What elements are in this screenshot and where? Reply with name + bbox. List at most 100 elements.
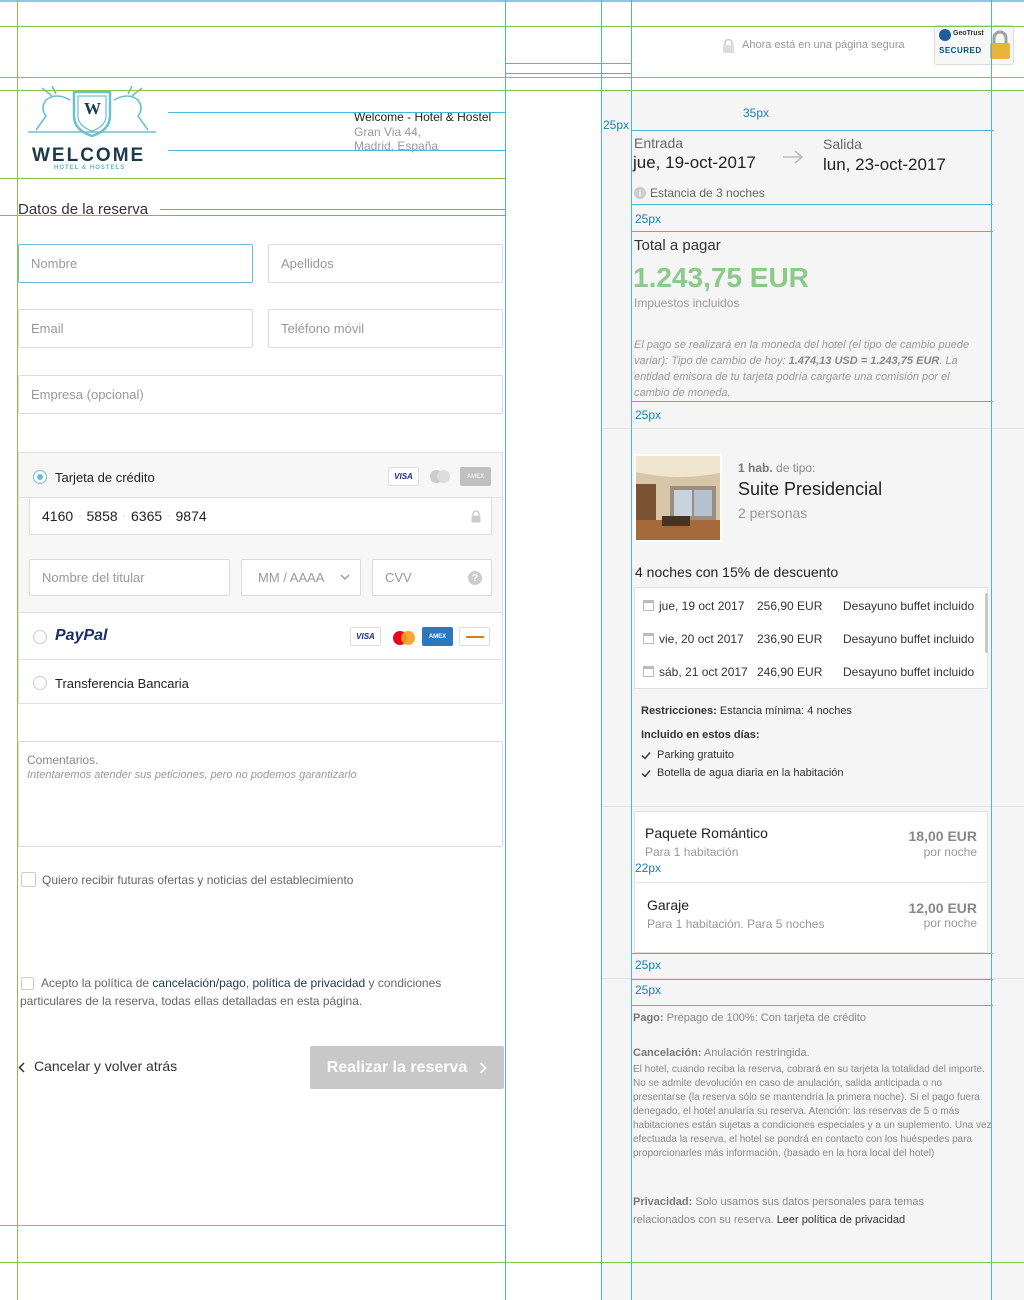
night-price: 246,90 EUR xyxy=(757,665,823,679)
list-item: vie, 20 oct 2017 236,90 EUR Desayuno buf… xyxy=(639,622,985,655)
logo-monogram: W xyxy=(84,99,101,118)
cancel-link-label: Cancelar y volver atrás xyxy=(34,1058,178,1074)
phone-input[interactable]: Teléfono móvil xyxy=(268,309,503,348)
room-photo xyxy=(634,454,722,542)
extra-name: Garaje xyxy=(647,897,690,913)
paypal-radio[interactable] xyxy=(33,630,47,644)
restrictions: Restricciones: Estancia mínima: 4 noches xyxy=(641,705,852,717)
nights-list[interactable]: jue, 19 oct 2017 256,90 EUR Desayuno buf… xyxy=(634,587,988,689)
guide-line xyxy=(505,63,631,64)
checkout-label: Salida xyxy=(823,136,862,152)
logo-tagline: HOTEL & HOSTELS xyxy=(54,165,126,171)
guide-line xyxy=(0,1225,505,1226)
check-icon xyxy=(641,752,651,760)
visa-logo-icon: VISA xyxy=(350,627,381,646)
padlock-icon xyxy=(990,30,1010,59)
amex-logo-icon: AMEX xyxy=(460,467,491,486)
exchange-rate-note: El pago se realizará en la moneda del ho… xyxy=(634,337,986,401)
logo-wordmark: WELCOME xyxy=(32,145,146,166)
calendar-icon xyxy=(643,600,654,611)
first-name-input[interactable]: Nombre xyxy=(18,244,253,283)
chevron-left-icon xyxy=(18,1062,25,1073)
email-input[interactable]: Email xyxy=(18,309,253,348)
room-count: 1 hab. de tipo: xyxy=(738,461,815,475)
summary-divider xyxy=(602,428,1024,429)
taxes-note: Impuestos incluidos xyxy=(634,296,740,310)
card-holder-placeholder: Nombre del titular xyxy=(42,570,145,585)
lock-icon xyxy=(471,510,481,523)
arrow-right-icon xyxy=(783,150,804,164)
card-number-group: 5858 xyxy=(86,508,118,524)
calendar-icon xyxy=(643,633,654,644)
night-date: vie, 20 oct 2017 xyxy=(659,632,744,646)
cancel-link[interactable]: Cancelar y volver atrás xyxy=(18,1058,177,1074)
exchange-rate: 1.474,13 USD = 1.243,75 EUR xyxy=(788,355,940,367)
night-price: 236,90 EUR xyxy=(757,632,823,646)
geotrust-logo-icon xyxy=(939,29,951,41)
newsletter-checkbox[interactable] xyxy=(21,872,36,887)
hotel-address-line2: Madrid, España xyxy=(354,139,439,153)
last-name-input[interactable]: Apellidos xyxy=(268,244,503,283)
room-photo-image xyxy=(636,456,720,540)
extra-price: 18,00 EUR xyxy=(908,828,977,844)
submit-booking-button[interactable]: Realizar la reserva xyxy=(310,1046,504,1089)
terms-label-line2: particulares de la reserva, todas ellas … xyxy=(20,994,363,1008)
guide-label: 25px xyxy=(635,212,662,226)
summary-divider xyxy=(602,806,1024,807)
nights-scrollbar[interactable] xyxy=(985,593,988,653)
last-name-placeholder: Apellidos xyxy=(281,256,334,271)
submit-booking-label: Realizar la reserva xyxy=(326,1058,468,1076)
stay-length-prefix: Estancia de xyxy=(650,186,717,200)
bank-transfer-radio[interactable] xyxy=(33,676,47,690)
payment-methods: Tarjeta de crédito VISA AMEX 4160 - 5858… xyxy=(18,452,503,704)
room-count-value: 1 hab. xyxy=(738,461,773,475)
privacy-policy-link[interactable]: política de privacidad xyxy=(252,976,365,990)
terms-text: y condiciones xyxy=(365,976,442,990)
guide-label: 25px xyxy=(635,983,662,997)
card-number-input[interactable]: 4160 - 5858 - 6365 - 9874 xyxy=(29,497,492,535)
card-separator: - xyxy=(167,510,171,522)
restrictions-label: Restricciones: xyxy=(641,705,717,717)
newsletter-label: Quiero recibir futuras ofertas y noticia… xyxy=(42,873,354,887)
cancellation-policy-link[interactable]: cancelación/pago xyxy=(152,976,245,990)
card-holder-input[interactable]: Nombre del titular xyxy=(29,559,230,596)
divider xyxy=(635,882,987,883)
included-label: Incluido en estos días: xyxy=(641,729,760,741)
extra-detail: Para 1 habitación. Para 5 noches xyxy=(647,917,825,931)
expiry-select[interactable]: MM / AAAA xyxy=(241,559,361,596)
secure-page-text: Ahora está en una página segura xyxy=(742,39,905,51)
privacy-policy-link[interactable]: Leer política de privacidad xyxy=(777,1214,905,1226)
guide-line xyxy=(0,77,1024,78)
room-offer: 4 noches con 15% de descuento xyxy=(635,564,839,580)
credit-card-radio[interactable] xyxy=(33,470,47,484)
calendar-icon xyxy=(643,666,654,677)
room-occupancy: 2 personas xyxy=(738,505,808,521)
room-type-prefix: de tipo: xyxy=(772,461,816,475)
terms-checkbox[interactable] xyxy=(21,977,34,990)
company-placeholder: Empresa (opcional) xyxy=(31,387,144,402)
cvv-input[interactable]: CVV ? xyxy=(372,559,492,596)
help-icon[interactable]: ? xyxy=(468,571,482,585)
extra-unit: por noche xyxy=(923,916,977,930)
check-icon xyxy=(641,770,651,778)
guide-line xyxy=(505,73,631,74)
cvv-placeholder: CVV xyxy=(385,570,412,585)
terms-label: Acepto la política de cancelación/pago, … xyxy=(41,976,441,990)
phone-placeholder: Teléfono móvil xyxy=(281,321,365,336)
info-icon: i xyxy=(634,187,646,199)
guide-label: 25px xyxy=(603,118,630,132)
mastercard-logo-icon xyxy=(430,470,450,483)
bank-transfer-label: Transferencia Bancaria xyxy=(55,676,189,691)
payment-policy: Pago: Prepago de 100%: Con tarjeta de cr… xyxy=(633,1011,993,1025)
night-board: Desayuno buffet incluido xyxy=(843,632,975,646)
cancellation-policy-detail: El hotel, cuando reciba la reserva, cobr… xyxy=(633,1064,992,1159)
guide-line xyxy=(0,178,505,179)
comments-label: Comentarios. xyxy=(27,753,99,767)
stay-length: Estancia de 3 noches xyxy=(650,186,765,200)
total-amount: 1.243,75 EUR xyxy=(633,262,809,293)
company-input[interactable]: Empresa (opcional) xyxy=(18,375,503,414)
divider xyxy=(19,659,502,660)
guide-label: 35px xyxy=(743,106,770,120)
comments-textarea[interactable]: Comentarios. Intentaremos atender sus pe… xyxy=(18,741,503,847)
restrictions-text: Estancia mínima: 4 noches xyxy=(716,705,852,717)
